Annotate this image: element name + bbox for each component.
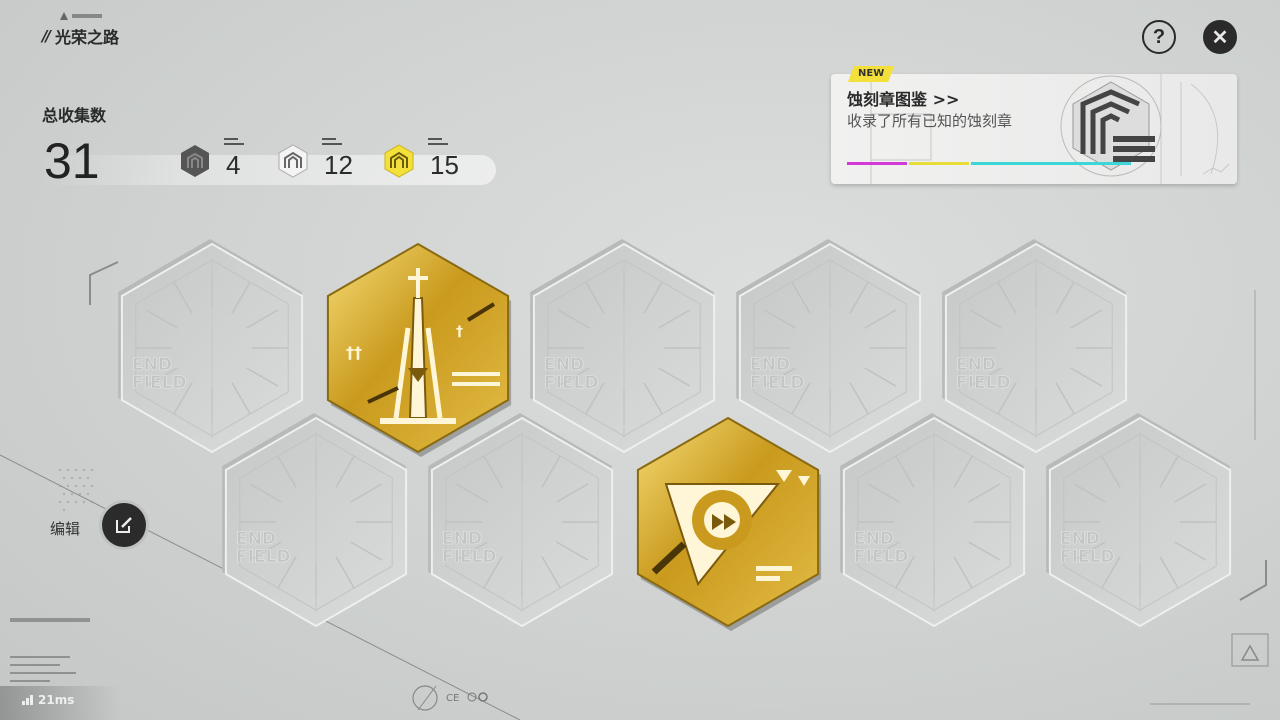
- endfield-logo-text: END: [956, 355, 996, 375]
- medal-slot-empty[interactable]: ENDFIELD: [222, 413, 408, 628]
- endfield-logo-text: FIELD: [750, 373, 805, 393]
- endfield-logo-text: FIELD: [544, 373, 599, 393]
- endfield-logo-text: FIELD: [956, 373, 1011, 393]
- endfield-logo-text: FIELD: [236, 547, 291, 567]
- medal-slot-empty[interactable]: ENDFIELD: [118, 239, 304, 454]
- medal-slot-empty[interactable]: ENDFIELD: [840, 413, 1026, 628]
- certification-marks-icon: CE: [446, 692, 488, 704]
- medal-slot-empty[interactable]: ENDFIELD: [428, 413, 614, 628]
- medal-slot-empty[interactable]: ENDFIELD: [1046, 413, 1232, 628]
- endfield-logo-text: FIELD: [854, 547, 909, 567]
- endfield-logo-text: END: [236, 529, 276, 549]
- endfield-logo-text: END: [1060, 529, 1100, 549]
- endfield-logo-text: END: [750, 355, 790, 375]
- svg-text:††: ††: [346, 343, 362, 362]
- network-ping: 21ms: [22, 693, 74, 707]
- svg-text:†: †: [456, 324, 463, 340]
- ping-value: 21ms: [38, 693, 75, 707]
- medal-slot-empty[interactable]: ENDFIELD: [736, 239, 922, 454]
- endfield-logo-text: FIELD: [132, 373, 187, 393]
- edit-icon: [116, 517, 132, 533]
- endfield-logo-text: END: [132, 355, 172, 375]
- endfield-logo-text: FIELD: [442, 547, 497, 567]
- medal-grid: ENDFIELD†††ENDFIELDENDFIELDENDFIELDENDFI…: [118, 239, 1232, 631]
- medal-slot-empty[interactable]: ENDFIELD: [530, 239, 716, 454]
- svg-text:CE: CE: [446, 693, 459, 704]
- medal-slot-empty[interactable]: ENDFIELD: [942, 239, 1128, 454]
- edit-label: 编辑: [50, 520, 81, 538]
- medal-slot-filled[interactable]: [636, 416, 822, 631]
- medal-slot-filled[interactable]: †††: [326, 242, 512, 457]
- signal-icon: [22, 695, 33, 705]
- endfield-logo-text: FIELD: [1060, 547, 1115, 567]
- endfield-logo-text: END: [544, 355, 584, 375]
- edit-button[interactable]: [102, 503, 146, 547]
- endfield-logo-text: END: [442, 529, 482, 549]
- endfield-logo-text: END: [854, 529, 894, 549]
